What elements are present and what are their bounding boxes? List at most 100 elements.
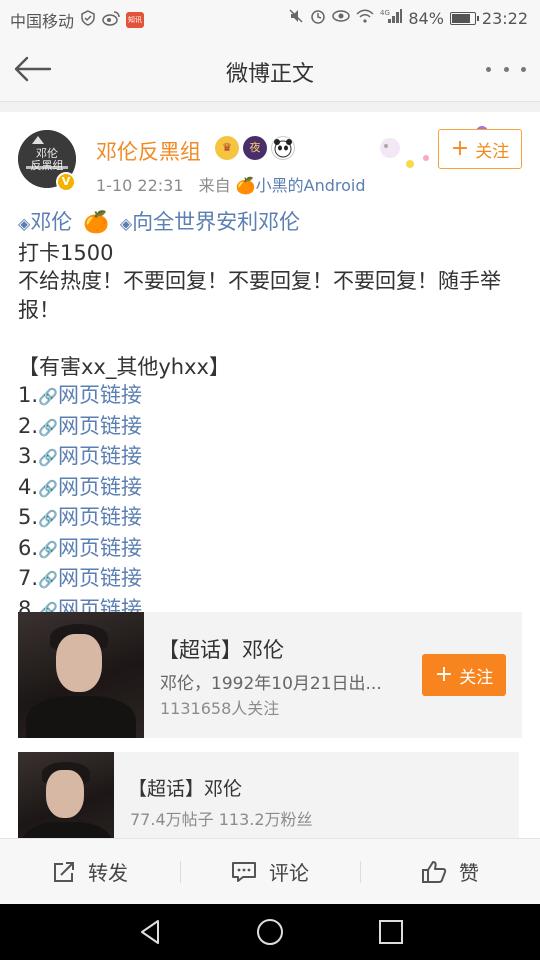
crown-badge-icon[interactable]: ♛ bbox=[215, 136, 239, 160]
diamond-icon: ◈ bbox=[18, 214, 31, 233]
web-link[interactable]: 🔗网页链接 bbox=[38, 414, 142, 438]
like-button[interactable]: 赞 bbox=[360, 839, 540, 904]
link-icon: 🔗 bbox=[38, 539, 58, 559]
super-topic-cover-image bbox=[18, 752, 114, 838]
topic-tag-deng-lun[interactable]: ◈邓伦 bbox=[18, 210, 72, 234]
verified-badge-icon: V bbox=[56, 172, 76, 192]
panda-badge-icon[interactable] bbox=[271, 136, 295, 160]
system-recents-button[interactable] bbox=[376, 917, 406, 947]
mute-icon bbox=[288, 8, 304, 28]
link-item: 2.🔗网页链接 bbox=[18, 412, 528, 443]
topic-tags-line: ◈邓伦 🍊 ◈向全世界安利邓伦 bbox=[18, 208, 528, 239]
web-link[interactable]: 🔗网页链接 bbox=[38, 566, 142, 590]
plus-icon: + bbox=[434, 662, 454, 687]
link-number: 2. bbox=[18, 413, 39, 438]
super-topic-card-2[interactable]: 【超话】邓伦 77.4万帖子 113.2万粉丝 bbox=[18, 752, 519, 838]
thumbs-up-icon bbox=[422, 860, 447, 883]
orange-icon: 🍊 bbox=[235, 176, 256, 195]
follow-label: 关注 bbox=[459, 667, 494, 688]
post-body: ◈邓伦 🍊 ◈向全世界安利邓伦 打卡1500 不给热度！不要回复！不要回复！不要… bbox=[18, 208, 528, 625]
web-link-label: 网页链接 bbox=[57, 413, 142, 438]
source-prefix: 来自 bbox=[198, 176, 231, 195]
comment-icon bbox=[232, 861, 256, 882]
battery-level-fill bbox=[451, 13, 470, 23]
status-bar: 中国移动 知讯 4G 84% 23:22 bbox=[0, 0, 540, 36]
battery-icon bbox=[449, 11, 479, 25]
web-link-label: 网页链接 bbox=[57, 535, 142, 560]
super-topic-card[interactable]: 【超话】邓伦 邓伦，1992年10月21日出... 1131658人关注 + 关… bbox=[18, 612, 522, 738]
status-bar-right: 4G 84% 23:22 bbox=[288, 8, 528, 28]
square-recents-icon bbox=[379, 920, 403, 944]
eye-icon bbox=[332, 9, 351, 27]
shield-icon bbox=[80, 10, 96, 30]
follow-label: 关注 bbox=[475, 141, 510, 162]
more-options-button[interactable] bbox=[486, 56, 526, 82]
link-item: 4.🔗网页链接 bbox=[18, 473, 528, 504]
system-home-button[interactable] bbox=[255, 917, 285, 947]
repost-icon bbox=[54, 861, 74, 882]
link-item: 5.🔗网页链接 bbox=[18, 503, 528, 534]
carrier-label: 中国移动 bbox=[10, 12, 75, 31]
system-nav-bar bbox=[0, 904, 540, 960]
post-card: 邓伦 反黑组 V 邓伦反黑组 ♛ 夜 1-10 22:31 来自 🍊小黑的And… bbox=[0, 112, 540, 838]
comment-button[interactable]: 评论 bbox=[180, 839, 360, 904]
triangle-back-icon bbox=[141, 920, 159, 944]
web-link[interactable]: 🔗网页链接 bbox=[38, 505, 142, 529]
app-notification-badge: 知讯 bbox=[126, 12, 145, 28]
topic-tag-label: 邓伦 bbox=[30, 210, 73, 234]
link-list: 1.🔗网页链接 2.🔗网页链接 3.🔗网页链接 4.🔗网页链接 5.🔗网页链接 6.🔗网页… bbox=[18, 381, 528, 625]
super-topic-title: 【超话】邓伦 bbox=[128, 778, 243, 800]
category-line: 【有害xx_其他yhxx】 bbox=[18, 354, 230, 379]
action-bar: 转发 评论 赞 bbox=[0, 838, 540, 904]
link-icon: 🔗 bbox=[38, 509, 58, 528]
web-link[interactable]: 🔗网页链接 bbox=[38, 536, 142, 560]
link-item: 1.🔗网页链接 bbox=[18, 381, 528, 412]
post-time: 1-10 22:31 bbox=[96, 176, 184, 195]
system-back-button[interactable] bbox=[136, 917, 166, 947]
repost-button[interactable]: 转发 bbox=[0, 839, 180, 904]
night-badge-icon[interactable]: 夜 bbox=[243, 136, 267, 160]
web-link-label: 网页链接 bbox=[57, 566, 142, 590]
more-dot-icon bbox=[503, 66, 509, 72]
username[interactable]: 邓伦反黑组 bbox=[96, 136, 201, 166]
web-link[interactable]: 🔗网页链接 bbox=[38, 444, 142, 468]
plus-icon: + bbox=[450, 136, 470, 161]
web-link-label: 网页链接 bbox=[57, 474, 142, 499]
like-label: 赞 bbox=[459, 861, 479, 885]
link-item: 7.🔗网页链接 bbox=[18, 564, 528, 595]
link-item: 6.🔗网页链接 bbox=[18, 534, 528, 565]
super-topic-desc: 邓伦，1992年10月21日出... bbox=[160, 674, 382, 694]
web-link-label: 网页链接 bbox=[57, 383, 142, 407]
wifi-icon bbox=[356, 9, 374, 27]
web-link-label: 网页链接 bbox=[57, 444, 142, 468]
weibo-icon bbox=[102, 10, 120, 30]
battery-percent: 84% bbox=[408, 8, 444, 28]
more-dot-icon bbox=[521, 66, 526, 72]
diamond-icon: ◈ bbox=[119, 214, 133, 233]
link-number: 5. bbox=[18, 505, 39, 529]
web-link[interactable]: 🔗网页链接 bbox=[38, 475, 142, 499]
web-link[interactable]: 🔗网页链接 bbox=[38, 383, 142, 407]
link-item: 3.🔗网页链接 bbox=[18, 442, 528, 473]
signal-icon: 4G bbox=[380, 8, 403, 28]
avatar-text: 邓伦 反黑组 bbox=[30, 147, 64, 172]
repost-label: 转发 bbox=[88, 861, 128, 885]
link-icon: 🔗 bbox=[38, 570, 58, 589]
topic-tag-recommend[interactable]: ◈向全世界安利邓伦 bbox=[120, 210, 300, 234]
link-icon: 🔗 bbox=[38, 478, 58, 498]
link-number: 1. bbox=[18, 383, 39, 407]
orange-emoji-icon: 🍊 bbox=[83, 210, 110, 234]
more-dot-icon bbox=[486, 66, 491, 72]
alarm-icon bbox=[310, 8, 326, 28]
super-topic-followers: 1131658人关注 bbox=[160, 699, 280, 718]
web-link-label: 网页链接 bbox=[57, 505, 142, 529]
checkin-line: 打卡1500 bbox=[18, 240, 114, 265]
nav-header: 微博正文 bbox=[0, 36, 540, 102]
link-icon: 🔗 bbox=[38, 387, 58, 406]
super-topic-follow-button[interactable]: + 关注 bbox=[422, 654, 506, 696]
post-source-link[interactable]: 小黑的Android bbox=[256, 176, 366, 195]
user-badges: ♛ 夜 bbox=[215, 136, 295, 160]
follow-button[interactable]: + 关注 bbox=[438, 129, 522, 169]
link-number: 3. bbox=[18, 444, 39, 468]
